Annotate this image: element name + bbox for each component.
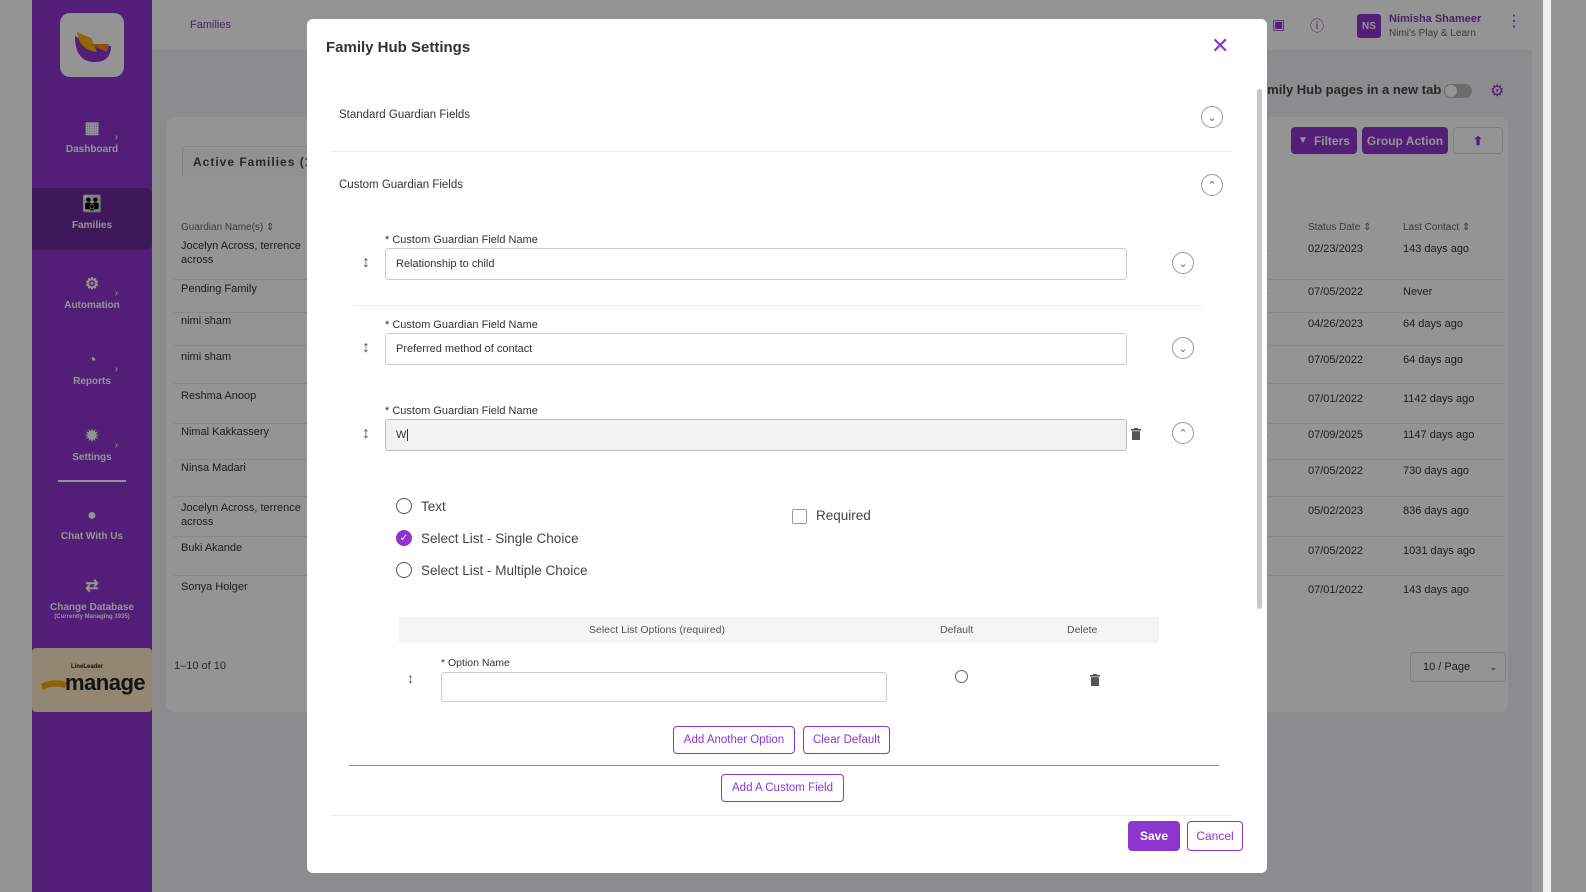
field-label: * Custom Guardian Field Name — [385, 319, 538, 331]
trash-icon[interactable] — [1131, 428, 1141, 440]
chevron-down-icon: ⌄ — [1178, 342, 1188, 355]
column-header-default: Default — [940, 624, 974, 636]
chevron-down-icon: ⌄ — [1207, 111, 1217, 124]
type-radio-multiple[interactable]: Select List - Multiple Choice — [396, 562, 588, 578]
collapse-field-button[interactable]: ⌃ — [1172, 422, 1194, 444]
chevron-down-icon: ⌄ — [1178, 257, 1188, 270]
close-icon[interactable]: ✕ — [1211, 35, 1229, 57]
column-header-delete: Delete — [1067, 624, 1098, 636]
custom-field-name-input[interactable]: Relationship to child — [385, 248, 1127, 280]
divider — [349, 765, 1219, 766]
drag-handle-icon[interactable]: ↕ — [362, 340, 370, 356]
divider — [353, 305, 1203, 306]
custom-field-name-input[interactable]: Preferred method of contact — [385, 333, 1127, 365]
page-scrollbar[interactable] — [1543, 0, 1551, 892]
required-label: Required — [816, 508, 871, 523]
add-another-option-button[interactable]: Add Another Option — [673, 726, 795, 754]
field-label: * Custom Guardian Field Name — [385, 405, 538, 417]
save-button[interactable]: Save — [1128, 821, 1180, 851]
chevron-up-icon: ⌃ — [1178, 427, 1188, 440]
clear-default-button[interactable]: Clear Default — [803, 726, 890, 754]
radio-label: Text — [421, 498, 446, 514]
custom-fields-header[interactable]: Custom Guardian Fields — [339, 179, 463, 191]
option-name-label: * Option Name — [441, 657, 510, 669]
radio-button[interactable] — [396, 498, 412, 514]
options-table-header: Select List Options (required) Default D… — [399, 617, 1159, 643]
radio-button[interactable] — [396, 562, 412, 578]
type-radio-text[interactable]: Text — [396, 498, 446, 514]
modal-scrollbar[interactable] — [1257, 89, 1262, 609]
drag-handle-icon[interactable]: ↕ — [407, 670, 414, 686]
family-hub-settings-modal: Family Hub Settings ✕ Standard Guardian … — [307, 19, 1267, 873]
default-radio[interactable] — [955, 670, 968, 683]
cancel-button[interactable]: Cancel — [1187, 821, 1243, 851]
drag-handle-icon[interactable]: ↕ — [362, 426, 370, 442]
divider — [331, 151, 1231, 152]
custom-field-name-input[interactable]: W — [385, 419, 1127, 451]
divider — [331, 815, 1231, 816]
expand-field-button[interactable]: ⌄ — [1172, 252, 1194, 274]
option-name-input[interactable] — [441, 672, 887, 702]
field-label: * Custom Guardian Field Name — [385, 234, 538, 246]
modal-title: Family Hub Settings — [326, 39, 471, 56]
expand-standard-button[interactable]: ⌄ — [1201, 106, 1223, 128]
add-custom-field-button[interactable]: Add A Custom Field — [721, 774, 844, 802]
trash-icon[interactable] — [1090, 674, 1100, 686]
standard-fields-header[interactable]: Standard Guardian Fields — [339, 109, 470, 121]
type-radio-single[interactable]: ✓ Select List - Single Choice — [396, 530, 579, 546]
radio-label: Select List - Single Choice — [421, 530, 579, 546]
radio-button-checked[interactable]: ✓ — [396, 530, 412, 546]
required-checkbox[interactable] — [792, 509, 807, 524]
expand-field-button[interactable]: ⌄ — [1172, 337, 1194, 359]
chevron-up-icon: ⌃ — [1207, 179, 1217, 192]
collapse-custom-button[interactable]: ⌃ — [1201, 174, 1223, 196]
column-header-options: Select List Options (required) — [589, 624, 725, 636]
drag-handle-icon[interactable]: ↕ — [362, 255, 370, 271]
radio-label: Select List - Multiple Choice — [421, 562, 588, 578]
